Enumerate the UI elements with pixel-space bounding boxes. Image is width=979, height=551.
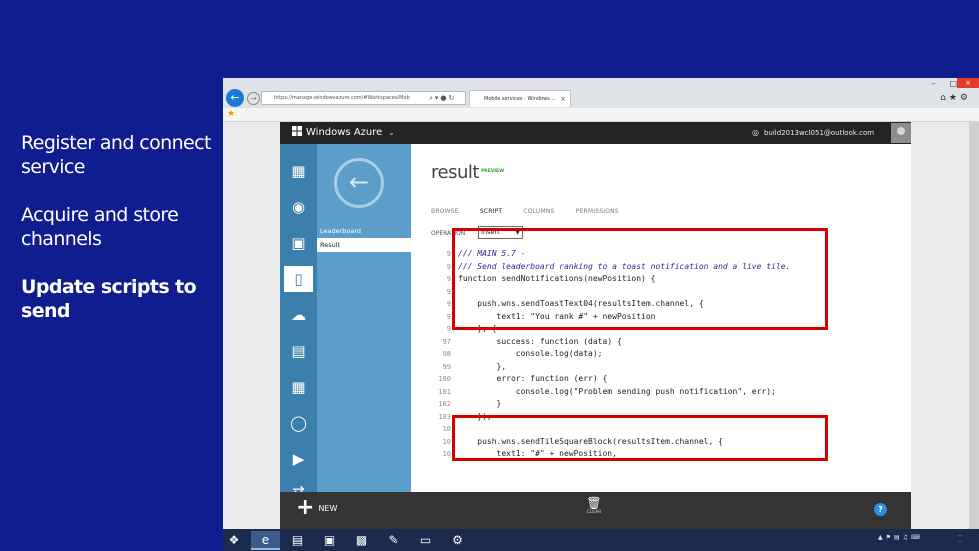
code-line[interactable]: 97 success: function (data) { [431, 335, 911, 348]
windows-taskbar: ❖ e ▤ ▣ ▩ ✎ ▭ ⚙ ▲⚑▤♫⌨ ··· ··· [223, 529, 979, 551]
storage-table-icon[interactable]: ▦ [285, 374, 312, 400]
azure-portal: Windows Azure ⌄ ◎ build2013wcl051@outlook.… [280, 122, 911, 532]
code-line[interactable]: 99 }, [431, 360, 911, 373]
bullet-update-scripts: Update scripts to send [21, 276, 197, 322]
hdinsight-cylinder-icon[interactable]: ◯ [285, 410, 312, 436]
add-favorite-icon[interactable]: ★ [227, 109, 235, 119]
code-text: console.log("Problem sending push notifi… [458, 386, 776, 396]
scrollbar[interactable] [969, 122, 979, 532]
all-items-grid-icon[interactable]: ▦ [285, 158, 312, 184]
media-services-icon[interactable]: ▶ [285, 446, 312, 472]
plus-icon: + [296, 495, 315, 520]
browser-tool-icons: ⌂★⚙ [940, 93, 971, 103]
browser-tab[interactable]: Mobile services - Windows ... × [469, 90, 571, 107]
account-email: build2013wcl051@outlook.com [763, 129, 875, 137]
minimize-icon[interactable]: – [931, 79, 949, 88]
code-text: error: function (err) { [458, 374, 608, 383]
tab-columns[interactable]: COLUMNS [523, 208, 554, 215]
favorites-bar: ★ [223, 108, 979, 122]
settings-gear-icon[interactable]: ⚙ [960, 93, 971, 103]
browser-toolbar: ← → https://manage.windowsazure.com/#Wor… [223, 78, 979, 108]
code-text: }, [458, 361, 507, 371]
web-sites-globe-icon[interactable]: ◉ [285, 194, 312, 220]
account-menu[interactable]: ◎ build2013wcl051@outlook.com [752, 127, 874, 139]
tab-permissions[interactable]: PERMISSIONS [576, 208, 619, 215]
code-text: } [458, 399, 502, 408]
clear-label: CLEAR [586, 510, 602, 515]
code-line[interactable]: 100 error: function (err) { [431, 372, 911, 385]
tab-script[interactable]: SCRIPT [480, 208, 502, 215]
forward-arrow-icon[interactable]: → [247, 92, 260, 105]
portal-header: Windows Azure ⌄ ◎ build2013wcl051@outlook.… [280, 122, 911, 144]
line-number: 10 [442, 450, 451, 458]
code-line[interactable]: 102 } [431, 397, 911, 410]
table-script-editor: result PREVIEW BROWSE SCRIPT COLUMNS PER… [411, 144, 911, 492]
window-close-icon[interactable]: × [957, 78, 979, 88]
address-controls-icon[interactable]: ⌕▾●↻ [429, 91, 456, 105]
virtual-machines-monitor-icon[interactable]: ▣ [285, 230, 312, 256]
taskbar-cmd-icon[interactable]: ▩ [347, 531, 376, 550]
taskbar-sql-icon[interactable]: ▣ [315, 531, 344, 550]
command-bar: + NEW 🗑 CLEAR ? [280, 492, 911, 532]
browser-screenshot: ← → https://manage.windowsazure.com/#Wor… [223, 78, 979, 551]
taskbar-explorer-folder-icon[interactable]: ▤ [283, 531, 312, 550]
nav-item-result[interactable]: Result [317, 238, 411, 252]
help-icon[interactable]: ? [874, 503, 887, 516]
clear-button[interactable]: 🗑 CLEAR [579, 496, 609, 515]
avatar[interactable] [891, 123, 911, 143]
close-tab-icon[interactable]: × [560, 91, 566, 107]
tab-title: Mobile services - Windows ... [484, 96, 557, 102]
system-tray-icons[interactable]: ▲⚑▤♫⌨ [878, 534, 923, 541]
nav-item-leaderboard[interactable]: Leaderboard [317, 224, 411, 238]
slide-bullet-list: Register and connect service Acquire and… [21, 131, 216, 347]
taskbar-tool-icon[interactable]: ⚙ [443, 531, 472, 550]
back-arrow-icon[interactable]: ← [226, 89, 244, 107]
taskbar-app-icon[interactable]: ✎ [379, 531, 408, 550]
tab-browse[interactable]: BROWSE [431, 208, 459, 215]
service-icon-bar: ▦ ◉ ▣ ▯ ☁ ▤ ▦ ◯ ▶ ⇄ [280, 144, 317, 500]
taskbar-clock[interactable]: ··· ··· [946, 533, 974, 545]
trash-icon: 🗑 [586, 496, 602, 510]
windows-logo-icon [292, 126, 302, 136]
highlight-box-toast [452, 228, 828, 330]
page-title: result [431, 162, 479, 183]
start-windows-icon[interactable]: ❖ [227, 533, 241, 547]
service-nav-panel: ← Leaderboard Result [317, 144, 411, 492]
highlight-box-tile [452, 415, 828, 461]
code-line[interactable]: 101 console.log("Problem sending push no… [431, 385, 911, 398]
bullet-register: Register and connect service [21, 132, 211, 178]
mobile-services-icon[interactable]: ▯ [284, 266, 313, 292]
portal-brand[interactable]: Windows Azure ⌄ [292, 126, 395, 140]
code-text: console.log(data); [458, 349, 603, 358]
globe-icon: ◎ [752, 128, 759, 137]
code-text: success: function (data) { [458, 336, 622, 346]
chevron-down-icon: ⌄ [388, 128, 395, 137]
taskbar-window-icon[interactable]: ▭ [411, 531, 440, 550]
new-button[interactable]: + NEW [296, 495, 338, 520]
home-icon[interactable]: ⌂ [940, 93, 949, 103]
back-button-icon[interactable]: ← [334, 158, 384, 208]
content-tabs: BROWSE SCRIPT COLUMNS PERMISSIONS [431, 198, 635, 217]
preview-badge: PREVIEW [481, 169, 505, 174]
cloud-services-icon[interactable]: ☁ [285, 302, 312, 328]
code-line[interactable]: 98 console.log(data); [431, 347, 911, 360]
bullet-acquire: Acquire and store channels [21, 204, 179, 250]
taskbar-ie-icon[interactable]: e [251, 531, 280, 550]
new-label: NEW [318, 504, 338, 513]
brand-name: Windows Azure [306, 127, 383, 138]
sql-database-icon[interactable]: ▤ [285, 338, 312, 364]
favorites-star-icon[interactable]: ★ [949, 93, 960, 103]
